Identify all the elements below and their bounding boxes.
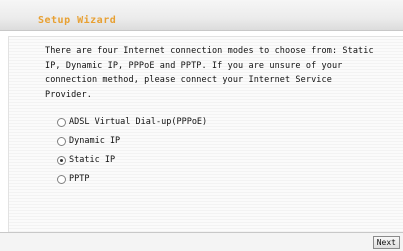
radio-static-ip[interactable]	[57, 155, 66, 165]
connection-mode-options: ADSL Virtual Dial-up(PPPoE) Dynamic IP S…	[57, 116, 207, 192]
option-dynamic-ip-label[interactable]: Dynamic IP	[69, 135, 120, 147]
next-button[interactable]: Next	[372, 236, 400, 249]
radio-pppoe[interactable]	[57, 117, 66, 127]
radio-dynamic-ip[interactable]	[57, 136, 66, 146]
option-static-ip-label[interactable]: Static IP	[69, 154, 115, 166]
option-static-ip[interactable]: Static IP	[57, 154, 207, 166]
wizard-footer: Next	[0, 232, 403, 251]
option-pptp-label[interactable]: PPTP	[69, 173, 89, 185]
option-dynamic-ip[interactable]: Dynamic IP	[57, 135, 207, 147]
setup-wizard-window: Setup Wizard There are four Internet con…	[0, 0, 403, 251]
option-pppoe[interactable]: ADSL Virtual Dial-up(PPPoE)	[57, 116, 207, 128]
wizard-title: Setup Wizard	[38, 15, 117, 26]
wizard-header: Setup Wizard	[0, 0, 403, 31]
connection-mode-description: There are four Internet connection modes…	[45, 46, 374, 100]
option-pppoe-label[interactable]: ADSL Virtual Dial-up(PPPoE)	[69, 116, 207, 128]
option-pptp[interactable]: PPTP	[57, 173, 207, 185]
radio-pptp[interactable]	[57, 174, 66, 184]
